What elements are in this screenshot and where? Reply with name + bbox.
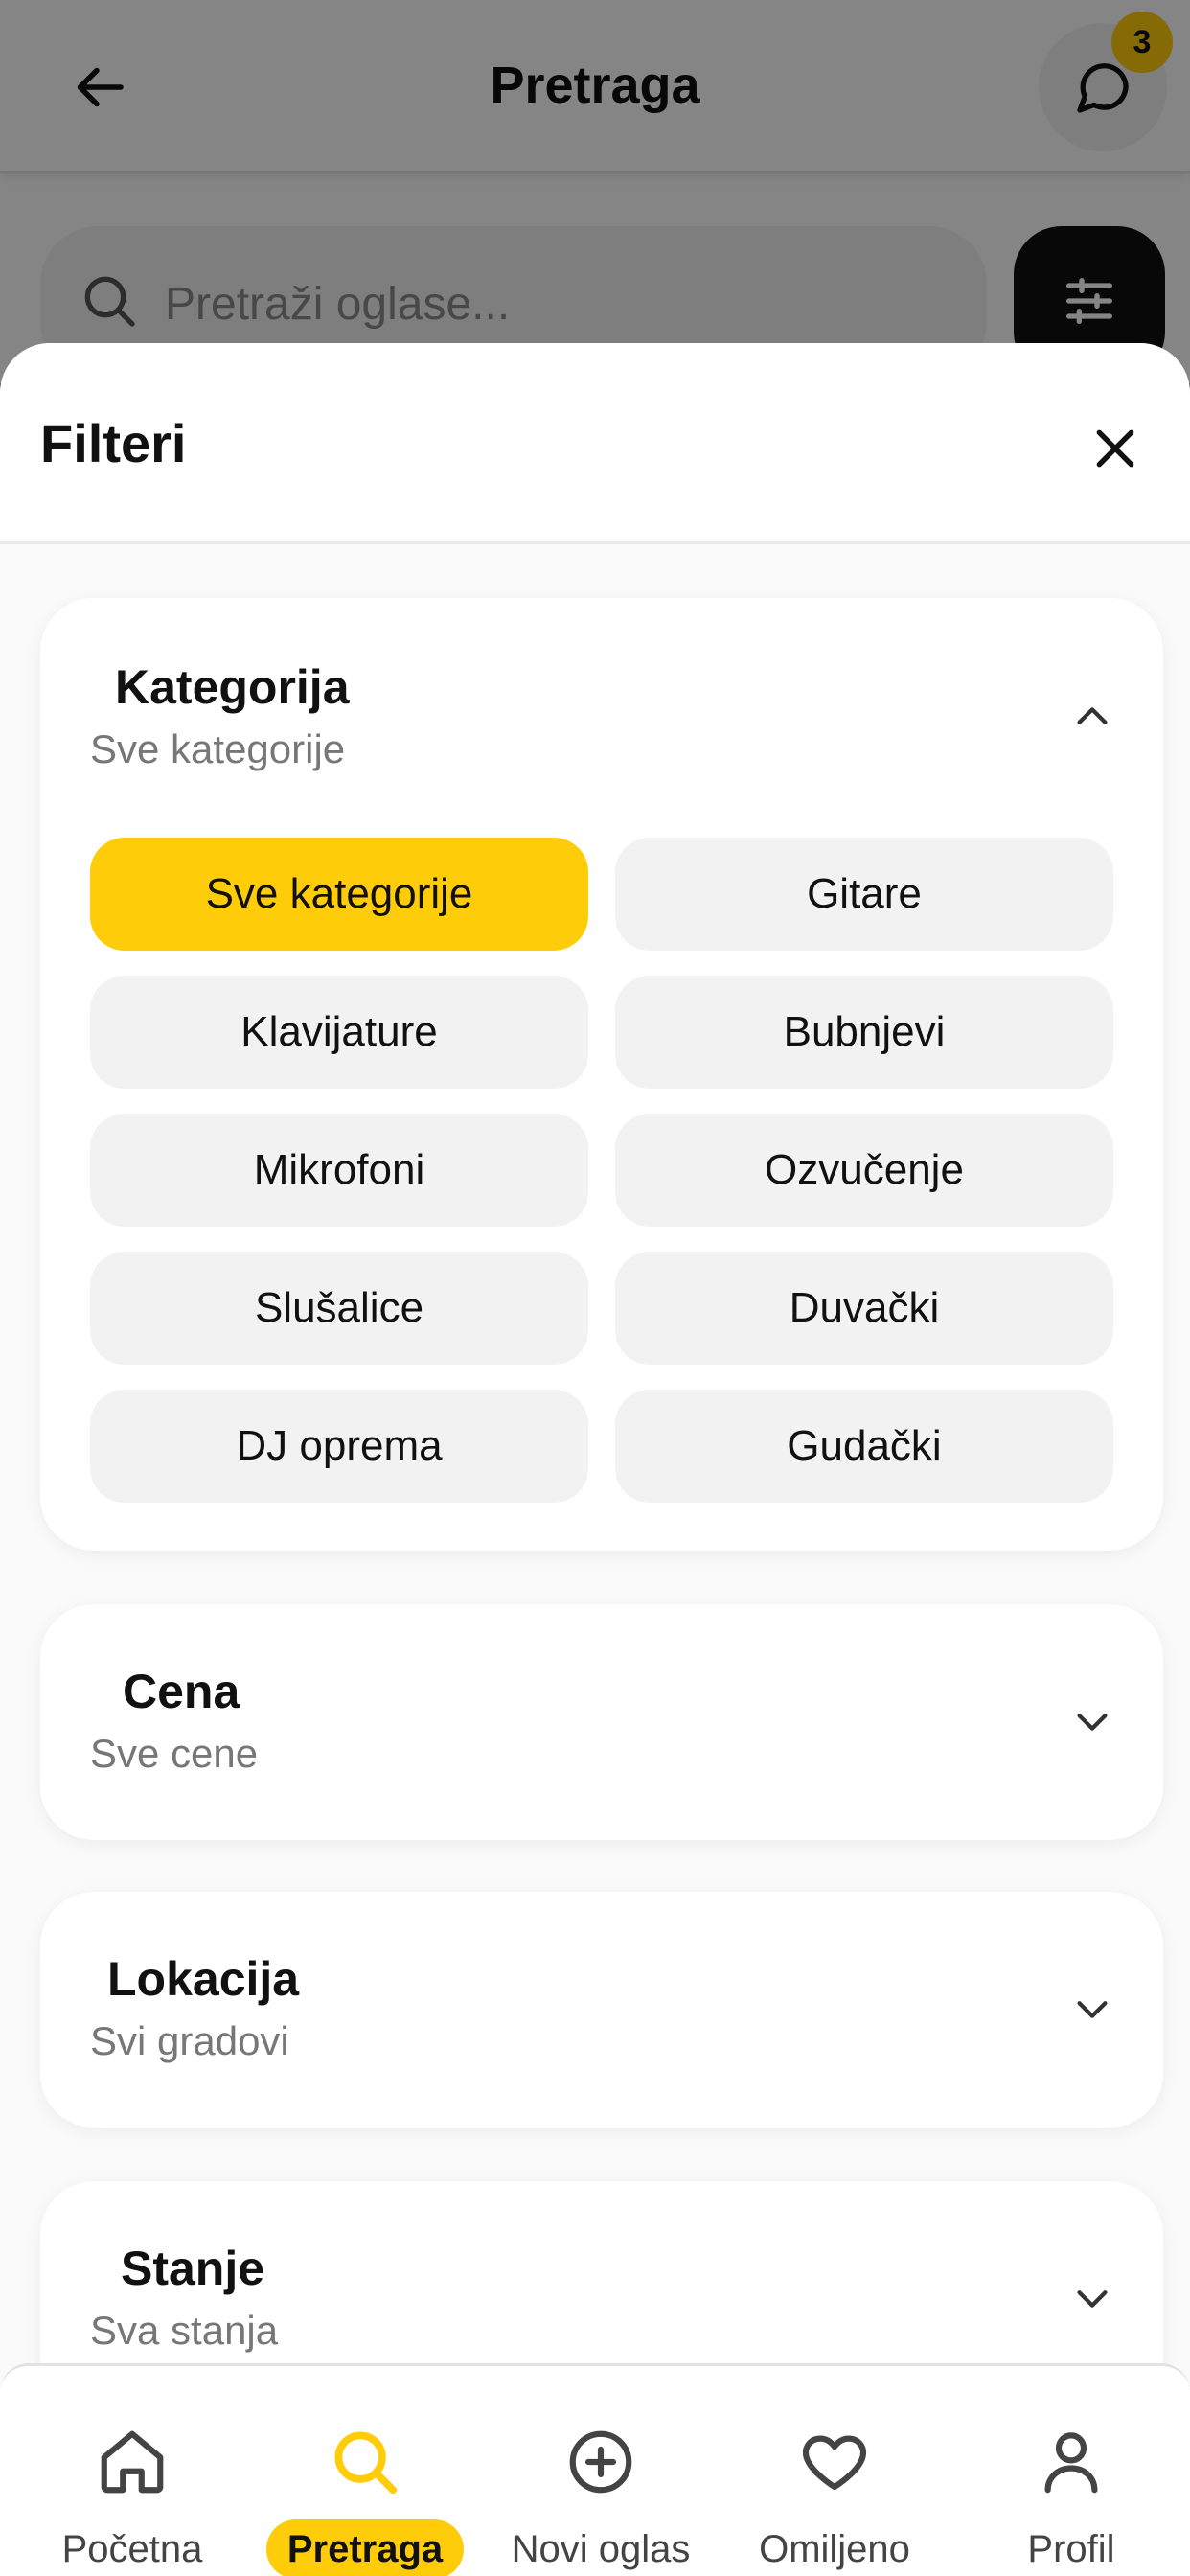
category-chip-gudacki[interactable]: Gudački — [615, 1390, 1113, 1503]
chevron-up-icon — [1077, 707, 1108, 724]
nav-item-home[interactable]: Početna — [29, 2366, 236, 2576]
nav-item-favorites[interactable]: Omiljeno — [728, 2366, 941, 2576]
nav-label-search: Pretraga — [265, 2519, 465, 2576]
nav-label-favorites: Omiljeno — [759, 2528, 910, 2570]
condition-toggle[interactable] — [1064, 2269, 1121, 2327]
price-selected: Sve cene — [90, 1731, 259, 1776]
close-icon — [1096, 429, 1134, 468]
sheet-title: Filteri — [40, 413, 187, 473]
nav-item-search[interactable]: Pretraga — [245, 2366, 485, 2576]
chevron-down-icon — [1077, 2001, 1108, 2018]
nav-item-profile[interactable]: Profil — [968, 2366, 1175, 2576]
location-title: Lokacija — [107, 1952, 300, 2006]
category-chip-ozvucenje[interactable]: Ozvučenje — [615, 1114, 1113, 1227]
price-title: Cena — [123, 1665, 240, 1718]
plus-circle-icon — [562, 2424, 639, 2500]
category-chip-mikrofoni[interactable]: Mikrofoni — [90, 1114, 588, 1227]
nav-label-profile: Profil — [1027, 2528, 1115, 2570]
category-options: Sve kategorije Gitare Klavijature Bubnje… — [90, 838, 1115, 1503]
filters-sheet: Filteri Kategorija Sve kategorije Sve ka… — [0, 343, 1190, 2576]
location-toggle[interactable] — [1064, 1980, 1121, 2037]
category-chip-slusalice[interactable]: Slušalice — [90, 1252, 588, 1365]
user-icon — [1033, 2424, 1110, 2500]
category-chip-duvacki[interactable]: Duvački — [615, 1252, 1113, 1365]
home-icon — [94, 2424, 171, 2500]
category-chip-dj-oprema[interactable]: DJ oprema — [90, 1390, 588, 1503]
price-filter-card[interactable]: Cena Sve cene — [40, 1604, 1163, 1840]
nav-label-new-listing: Novi oglas — [511, 2528, 691, 2570]
category-filter-card: Kategorija Sve kategorije Sve kategorije… — [40, 598, 1163, 1551]
category-title: Kategorija — [115, 660, 350, 714]
close-button[interactable] — [1077, 410, 1154, 487]
location-selected: Svi gradovi — [90, 2018, 289, 2063]
location-filter-card[interactable]: Lokacija Svi gradovi — [40, 1892, 1163, 2128]
condition-selected: Sva stanja — [90, 2308, 279, 2353]
condition-title: Stanje — [121, 2242, 265, 2295]
nav-label-home: Početna — [61, 2528, 203, 2570]
category-chip-klavijature[interactable]: Klavijature — [90, 976, 588, 1089]
category-chip-sve-kategorije[interactable]: Sve kategorije — [90, 838, 588, 951]
category-toggle[interactable] — [1064, 688, 1121, 746]
nav-item-new-listing[interactable]: Novi oglas — [491, 2366, 711, 2576]
category-selected: Sve kategorije — [90, 726, 346, 771]
chevron-down-icon — [1077, 2290, 1108, 2308]
price-toggle[interactable] — [1064, 1692, 1121, 1750]
sheet-header: Filteri — [0, 343, 1190, 544]
heart-icon — [796, 2424, 873, 2500]
category-chip-bubnjevi[interactable]: Bubnjevi — [615, 976, 1113, 1089]
bottom-navigation: Početna Pretraga Novi oglas Omiljeno Pro… — [0, 2363, 1190, 2576]
chevron-down-icon — [1077, 1714, 1108, 1731]
category-chip-gitare[interactable]: Gitare — [615, 838, 1113, 951]
search-icon — [327, 2424, 403, 2500]
